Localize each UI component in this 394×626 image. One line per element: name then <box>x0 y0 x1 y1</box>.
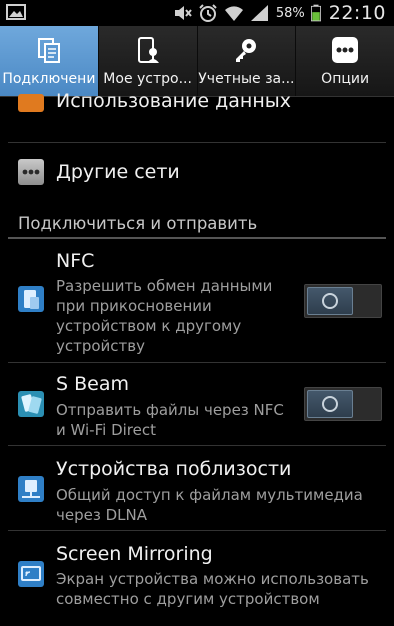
more-networks-icon <box>18 159 44 185</box>
section-divider <box>8 237 386 239</box>
tab-label: Учетные за... <box>198 71 295 87</box>
connections-icon <box>37 38 60 63</box>
tab-label: Опции <box>321 71 370 87</box>
settings-tabs: Подключени Мое устро... Учетные за... Оп… <box>0 26 394 97</box>
s-beam-toggle[interactable] <box>304 387 382 421</box>
tab-my-device[interactable]: Мое устро... <box>99 26 198 96</box>
toggle-knob <box>307 390 353 418</box>
my-device-icon <box>137 37 159 63</box>
nfc-title: NFC <box>56 250 95 272</box>
list-item-s-beam[interactable]: S Beam Отправить файлы через NFC и Wi-Fi… <box>0 363 394 445</box>
tab-label: Подключени <box>2 71 96 87</box>
alarm-icon <box>199 4 217 22</box>
toggle-knob <box>307 287 353 315</box>
data-usage-title: Использование данных <box>56 90 291 112</box>
nearby-devices-description: Общий доступ к файлам мультимедиа через … <box>56 486 363 524</box>
screen-mirroring-description: Экран устройства можно использовать совм… <box>56 570 369 608</box>
mute-icon <box>174 6 192 20</box>
screen-mirroring-title: Screen Mirroring <box>56 543 213 565</box>
list-item-nearby-devices[interactable]: Устройства поблизости Общий доступ к фай… <box>0 446 394 530</box>
list-item-other-networks[interactable]: Другие сети <box>0 143 394 203</box>
other-networks-title: Другие сети <box>56 161 180 183</box>
status-bar: 58% 22:10 <box>0 0 394 26</box>
nfc-toggle[interactable] <box>304 284 382 318</box>
gallery-icon <box>6 4 26 20</box>
tab-connections[interactable]: Подключени <box>0 26 99 96</box>
tab-accounts[interactable]: Учетные за... <box>198 26 297 96</box>
s-beam-description: Отправить файлы через NFC и Wi-Fi Direct <box>56 401 284 439</box>
list-item-nfc[interactable]: NFC Разрешить обмен данными при прикосно… <box>0 240 394 362</box>
battery-percent: 58% <box>275 5 305 21</box>
data-usage-icon <box>18 94 44 112</box>
s-beam-title: S Beam <box>56 373 129 395</box>
section-header: Подключиться и отправить <box>18 214 258 233</box>
nfc-icon <box>18 286 44 312</box>
battery-icon <box>310 4 321 22</box>
accounts-icon <box>236 39 257 62</box>
nfc-description: Разрешить обмен данными при прикосновени… <box>56 277 273 355</box>
wifi-icon <box>224 6 243 22</box>
list-item-screen-mirroring[interactable]: Screen Mirroring Экран устройства можно … <box>0 531 394 621</box>
nearby-devices-icon <box>18 476 44 502</box>
nearby-devices-title: Устройства поблизости <box>56 458 292 480</box>
s-beam-icon <box>18 391 44 417</box>
signal-icon <box>250 5 268 21</box>
tab-options[interactable]: Опции <box>296 26 394 96</box>
tab-label: Мое устро... <box>103 71 192 87</box>
options-icon <box>332 37 359 63</box>
clock: 22:10 <box>328 2 386 24</box>
list-item-data-usage[interactable]: Использование данных <box>0 90 394 138</box>
screen-mirroring-icon <box>18 561 44 587</box>
